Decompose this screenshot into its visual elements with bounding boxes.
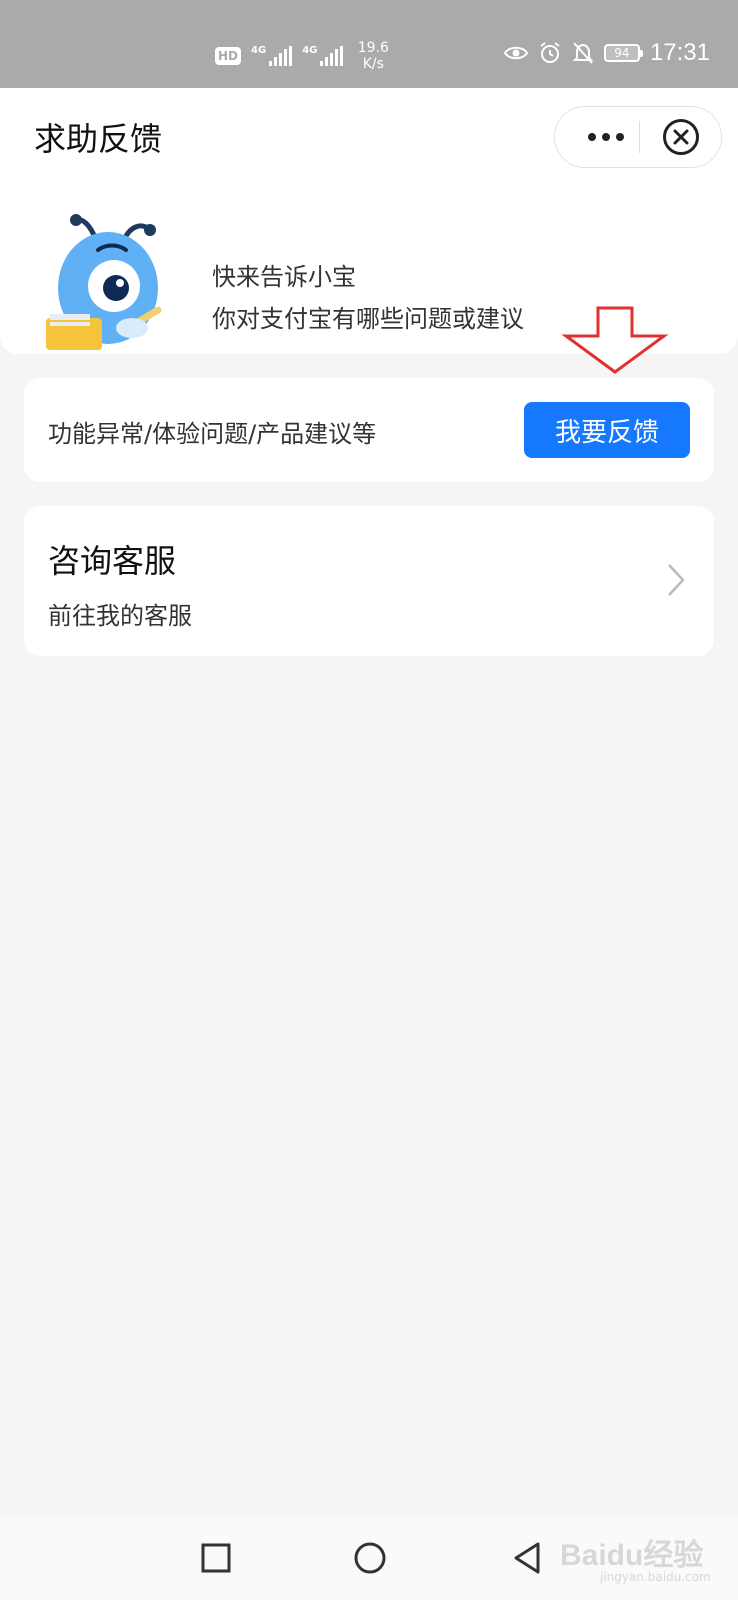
divider xyxy=(639,121,640,153)
signal-bars-icon xyxy=(320,46,344,66)
recent-apps-button[interactable] xyxy=(196,1538,236,1578)
submit-feedback-button[interactable]: 我要反馈 xyxy=(524,402,690,458)
annotation-arrow-icon xyxy=(561,306,669,374)
network-speed: 19.6 K/s xyxy=(353,40,393,72)
hd-badge: HD xyxy=(215,47,242,65)
banner-line-1: 快来告诉小宝 xyxy=(212,263,356,291)
banner-line-2: 你对支付宝有哪些问题或建议 xyxy=(212,305,524,333)
feedback-card: 功能异常/体验问题/产品建议等 我要反馈 xyxy=(24,378,714,482)
customer-service-subtitle: 前往我的客服 xyxy=(48,602,192,630)
mini-program-capsule xyxy=(554,106,722,168)
watermark-main: Baidu经验 xyxy=(560,1539,704,1572)
mute-bell-icon xyxy=(572,42,594,64)
mascot-illustration xyxy=(46,214,162,350)
network-type-label: 4G xyxy=(251,45,267,56)
status-left: HD 4G 4G 19.6 K/s xyxy=(215,36,393,76)
network-type-label: 4G xyxy=(302,45,318,56)
banner-text: 快来告诉小宝 你对支付宝有哪些问题或建议 xyxy=(212,256,524,340)
status-bar: HD 4G 4G 19.6 K/s 94 17:31 xyxy=(0,0,738,88)
battery-icon: 94 xyxy=(603,44,643,62)
close-button[interactable] xyxy=(663,119,699,155)
title-bar: 求助反馈 xyxy=(0,88,738,184)
close-icon xyxy=(673,129,689,145)
feedback-description: 功能异常/体验问题/产品建议等 xyxy=(48,420,377,448)
back-button[interactable] xyxy=(508,1538,548,1578)
customer-service-title: 咨询客服 xyxy=(48,542,177,580)
dot-icon xyxy=(616,133,624,141)
status-right: 94 17:31 xyxy=(503,38,710,68)
customer-service-card[interactable]: 咨询客服 前往我的客服 xyxy=(24,506,714,656)
clock: 17:31 xyxy=(649,39,710,66)
page-title: 求助反馈 xyxy=(34,120,163,158)
eye-icon xyxy=(503,46,528,60)
dot-icon xyxy=(588,133,596,141)
signal-2: 4G xyxy=(302,45,344,66)
dot-icon xyxy=(602,133,610,141)
speed-value: 19.6 xyxy=(357,40,389,56)
speed-unit: K/s xyxy=(362,56,384,72)
home-button[interactable] xyxy=(350,1538,390,1578)
alarm-icon xyxy=(540,42,560,63)
signal-bars-icon xyxy=(269,46,293,66)
watermark-sub: jingyan.baidu.com xyxy=(600,1570,711,1584)
more-button[interactable] xyxy=(575,107,637,167)
chevron-right-icon xyxy=(668,564,685,596)
signal-1: 4G xyxy=(251,45,293,66)
watermark: Baidu经验 jingyan.baidu.com xyxy=(560,1530,720,1590)
